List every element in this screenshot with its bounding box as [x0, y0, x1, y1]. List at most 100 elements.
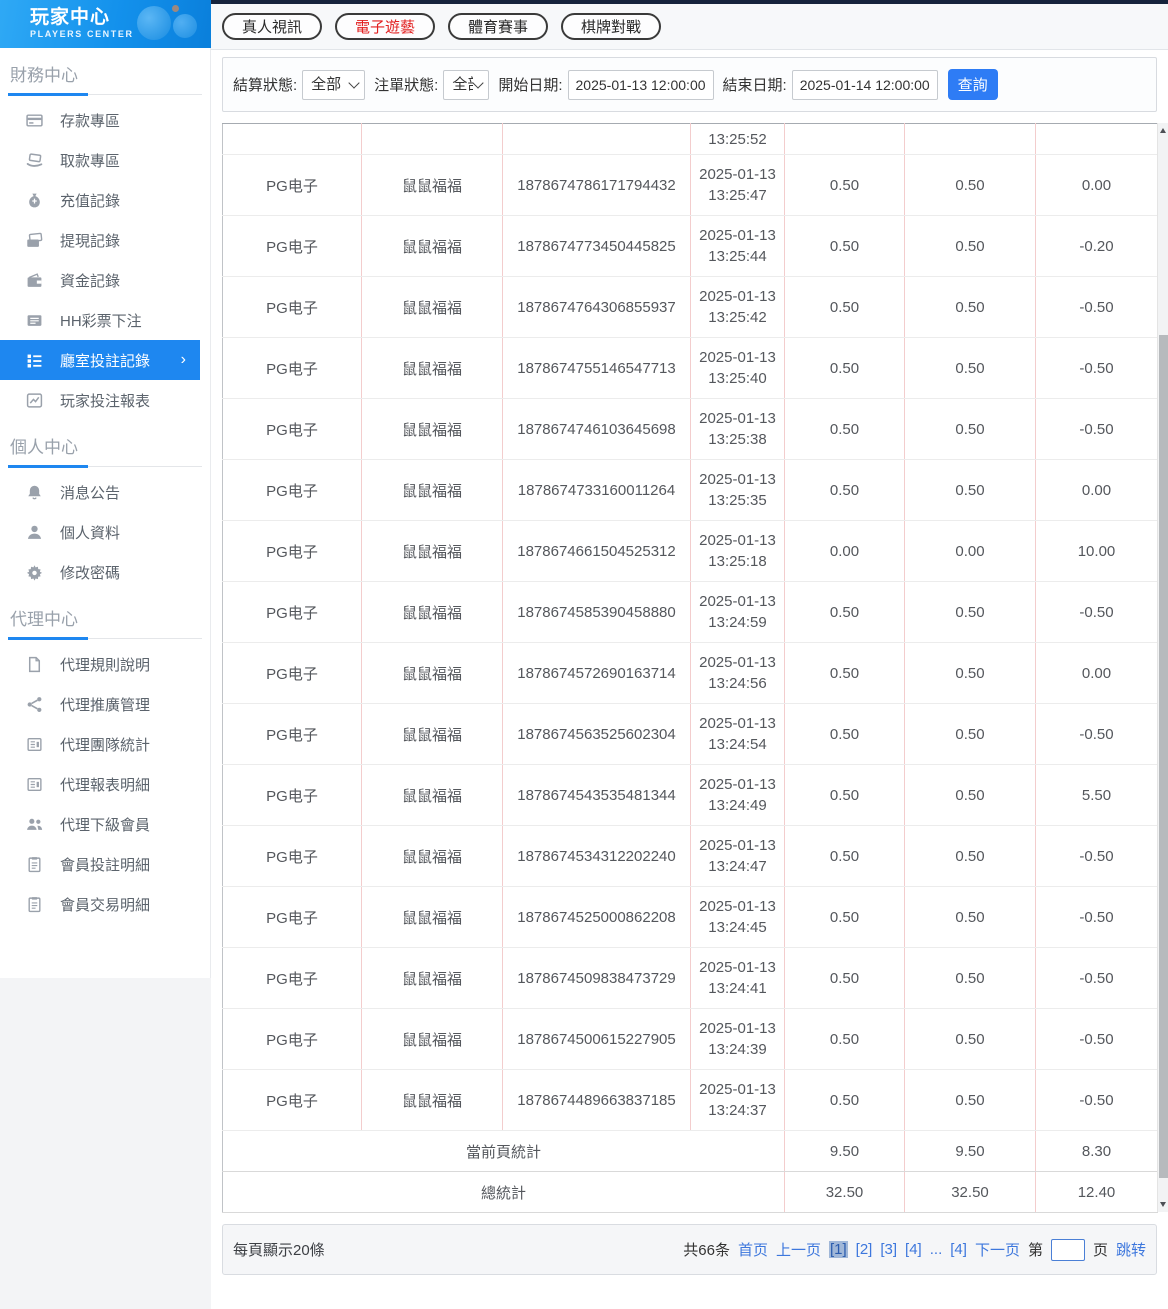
scroll-up-icon: [1160, 128, 1166, 133]
jump-page-input[interactable]: [1050, 1238, 1085, 1261]
lottery-list-icon: [26, 312, 43, 329]
end-date-input[interactable]: [791, 69, 938, 100]
settle-status-select[interactable]: 全部: [302, 69, 366, 100]
table-cell: 0.50: [904, 215, 1036, 277]
table-row: PG电子 鼠鼠福福 1878674764306855937 2025-01-13 13:…: [222, 276, 1158, 338]
table-cell: 0.50: [904, 764, 1036, 826]
order-status-select[interactable]: 全部: [443, 69, 490, 100]
table-cell: -0.50: [1035, 1008, 1158, 1070]
page-link[interactable]: [2]: [856, 1241, 873, 1258]
sidebar-item[interactable]: 取款專區: [0, 140, 210, 180]
sidebar-section: 個人中心 消息公告 個人資料 修改密碼: [0, 420, 210, 592]
sidebar-item[interactable]: 存款專區: [0, 100, 210, 140]
sidebar-item[interactable]: 資金記錄: [0, 260, 210, 300]
sidebar-item[interactable]: 會員投註明細: [0, 844, 210, 884]
sidebar-item[interactable]: 玩家投注報表: [0, 380, 210, 420]
sidebar-item-label: 代理規則說明: [60, 656, 151, 674]
sidebar-item[interactable]: 消息公告: [0, 472, 210, 512]
table-cell: -0.50: [1035, 886, 1158, 948]
table-cell: 0.50: [904, 886, 1036, 948]
page-link[interactable]: [4]: [905, 1241, 922, 1258]
search-button[interactable]: 查詢: [947, 69, 998, 100]
table-cell: 0.50: [784, 886, 905, 948]
jump-button[interactable]: 跳转: [1116, 1239, 1146, 1260]
sidebar-item[interactable]: 代理團隊統計: [0, 724, 210, 764]
pagination-bar: 每頁顯示20條 共66条 首页 上一页 [1] [2] [3] [4]... [4] 下…: [222, 1224, 1157, 1275]
sidebar-section: 財務中心 存款專區 取款專區 充值記錄 提現記錄 資金記錄 HH彩票下注 廳室投註記錄 › 玩家投…: [0, 48, 210, 420]
table-cell: -0.50: [1035, 276, 1158, 338]
first-page-link[interactable]: 首页: [738, 1239, 768, 1260]
prev-page-link[interactable]: 上一页: [776, 1239, 821, 1260]
scroll-down-button[interactable]: [1158, 1198, 1168, 1211]
table-cell: 1878674489663837185: [502, 1069, 691, 1131]
table-cell: -0.50: [1035, 703, 1158, 765]
table-cell: 2025-01-13 13:24:49: [690, 764, 785, 826]
table-cell: 2025-01-13 13:25:38: [690, 398, 785, 460]
sidebar-item[interactable]: 廳室投註記錄 ›: [0, 340, 200, 380]
sidebar-item[interactable]: 充值記錄: [0, 180, 210, 220]
table-cell: [222, 123, 362, 155]
clipboard-icon: [26, 856, 43, 873]
table-cell: 2025-01-13 13:24:41: [690, 947, 785, 1009]
sidebar-item[interactable]: 代理規則說明: [0, 644, 210, 684]
table-row: PG电子 鼠鼠福福 1878674755146547713 2025-01-13 13:…: [222, 337, 1158, 399]
user-icon: [26, 524, 43, 541]
table-cell: [904, 123, 1036, 155]
page-link[interactable]: [3]: [880, 1241, 897, 1258]
table-cell: 2025-01-13 13:25:47: [690, 154, 785, 216]
table-cell: [784, 123, 905, 155]
sidebar-item[interactable]: 個人資料: [0, 512, 210, 552]
document-icon: [26, 656, 43, 673]
table-cell: -0.50: [1035, 398, 1158, 460]
table-cell: -0.50: [1035, 1069, 1158, 1131]
tab-inactive[interactable]: 棋牌對戰: [561, 13, 661, 40]
page-link[interactable]: [4]: [950, 1241, 967, 1258]
table-cell: 鼠鼠福福: [361, 215, 503, 277]
start-date-input[interactable]: [567, 69, 714, 100]
sidebar-item-label: 個人資料: [60, 524, 121, 542]
table-cell: 10.00: [1035, 520, 1158, 582]
scrollbar-thumb[interactable]: [1159, 335, 1168, 1178]
page-link[interactable]: ...: [930, 1241, 943, 1258]
scroll-up-button[interactable]: [1158, 124, 1168, 137]
sidebar-item-label: 充值記錄: [60, 192, 121, 210]
table-cell: 0.50: [784, 1008, 905, 1070]
sidebar-item[interactable]: HH彩票下注: [0, 300, 210, 340]
sidebar-item-label: 廳室投註記錄: [60, 352, 151, 370]
tab-inactive[interactable]: 體育賽事: [448, 13, 548, 40]
next-page-link[interactable]: 下一页: [975, 1239, 1020, 1260]
summary-label: 總統計: [222, 1171, 785, 1213]
sidebar-item[interactable]: 修改密碼: [0, 552, 210, 592]
table-cell: 0.50: [784, 337, 905, 399]
table-cell: 2025-01-13 13:24:47: [690, 825, 785, 887]
filter-bar: 結算狀態: 全部 注單狀態: 全部 開始日期: 結束日期: 查詢: [222, 57, 1157, 112]
sidebar-item[interactable]: 代理報表明細: [0, 764, 210, 804]
vertical-scrollbar[interactable]: [1157, 123, 1168, 1212]
tab-active[interactable]: 電子遊藝: [335, 13, 435, 40]
order-status-select-wrap: 全部: [443, 69, 490, 100]
clipboard-icon: [26, 896, 43, 913]
table-cell: 13:25:52: [690, 123, 785, 155]
news-icon: [26, 776, 43, 793]
table-cell: 0.50: [784, 703, 905, 765]
share-icon: [26, 696, 43, 713]
table-cell: 0.00: [1035, 642, 1158, 704]
table-row: PG电子 鼠鼠福福 1878674525000862208 2025-01-13 13:…: [222, 886, 1158, 948]
table-row: PG电子 鼠鼠福福 1878674500615227905 2025-01-13 13:…: [222, 1008, 1158, 1070]
tab-inactive[interactable]: 真人視訊: [222, 13, 322, 40]
sidebar-item[interactable]: 提現記錄: [0, 220, 210, 260]
sidebar-item[interactable]: 代理下級會員: [0, 804, 210, 844]
sidebar-item[interactable]: 代理推廣管理: [0, 684, 210, 724]
table-cell: 1878674543535481344: [502, 764, 691, 826]
table-cell: PG电子: [222, 703, 362, 765]
table-cell: [1035, 123, 1158, 155]
table-cell: 1878674509838473729: [502, 947, 691, 1009]
withdraw-record-icon: [26, 232, 43, 249]
page-link-current[interactable]: [1]: [828, 1241, 848, 1258]
sidebar-item[interactable]: 會員交易明細: [0, 884, 210, 924]
table-cell: 鼠鼠福福: [361, 1069, 503, 1131]
withdraw-hand-icon: [26, 152, 43, 169]
table-summary-row: 總統計 32.50 32.50 12.40: [222, 1171, 1158, 1213]
table-row: PG电子 鼠鼠福福 1878674509838473729 2025-01-13 13:…: [222, 947, 1158, 1009]
table-cell: 0.50: [904, 947, 1036, 1009]
